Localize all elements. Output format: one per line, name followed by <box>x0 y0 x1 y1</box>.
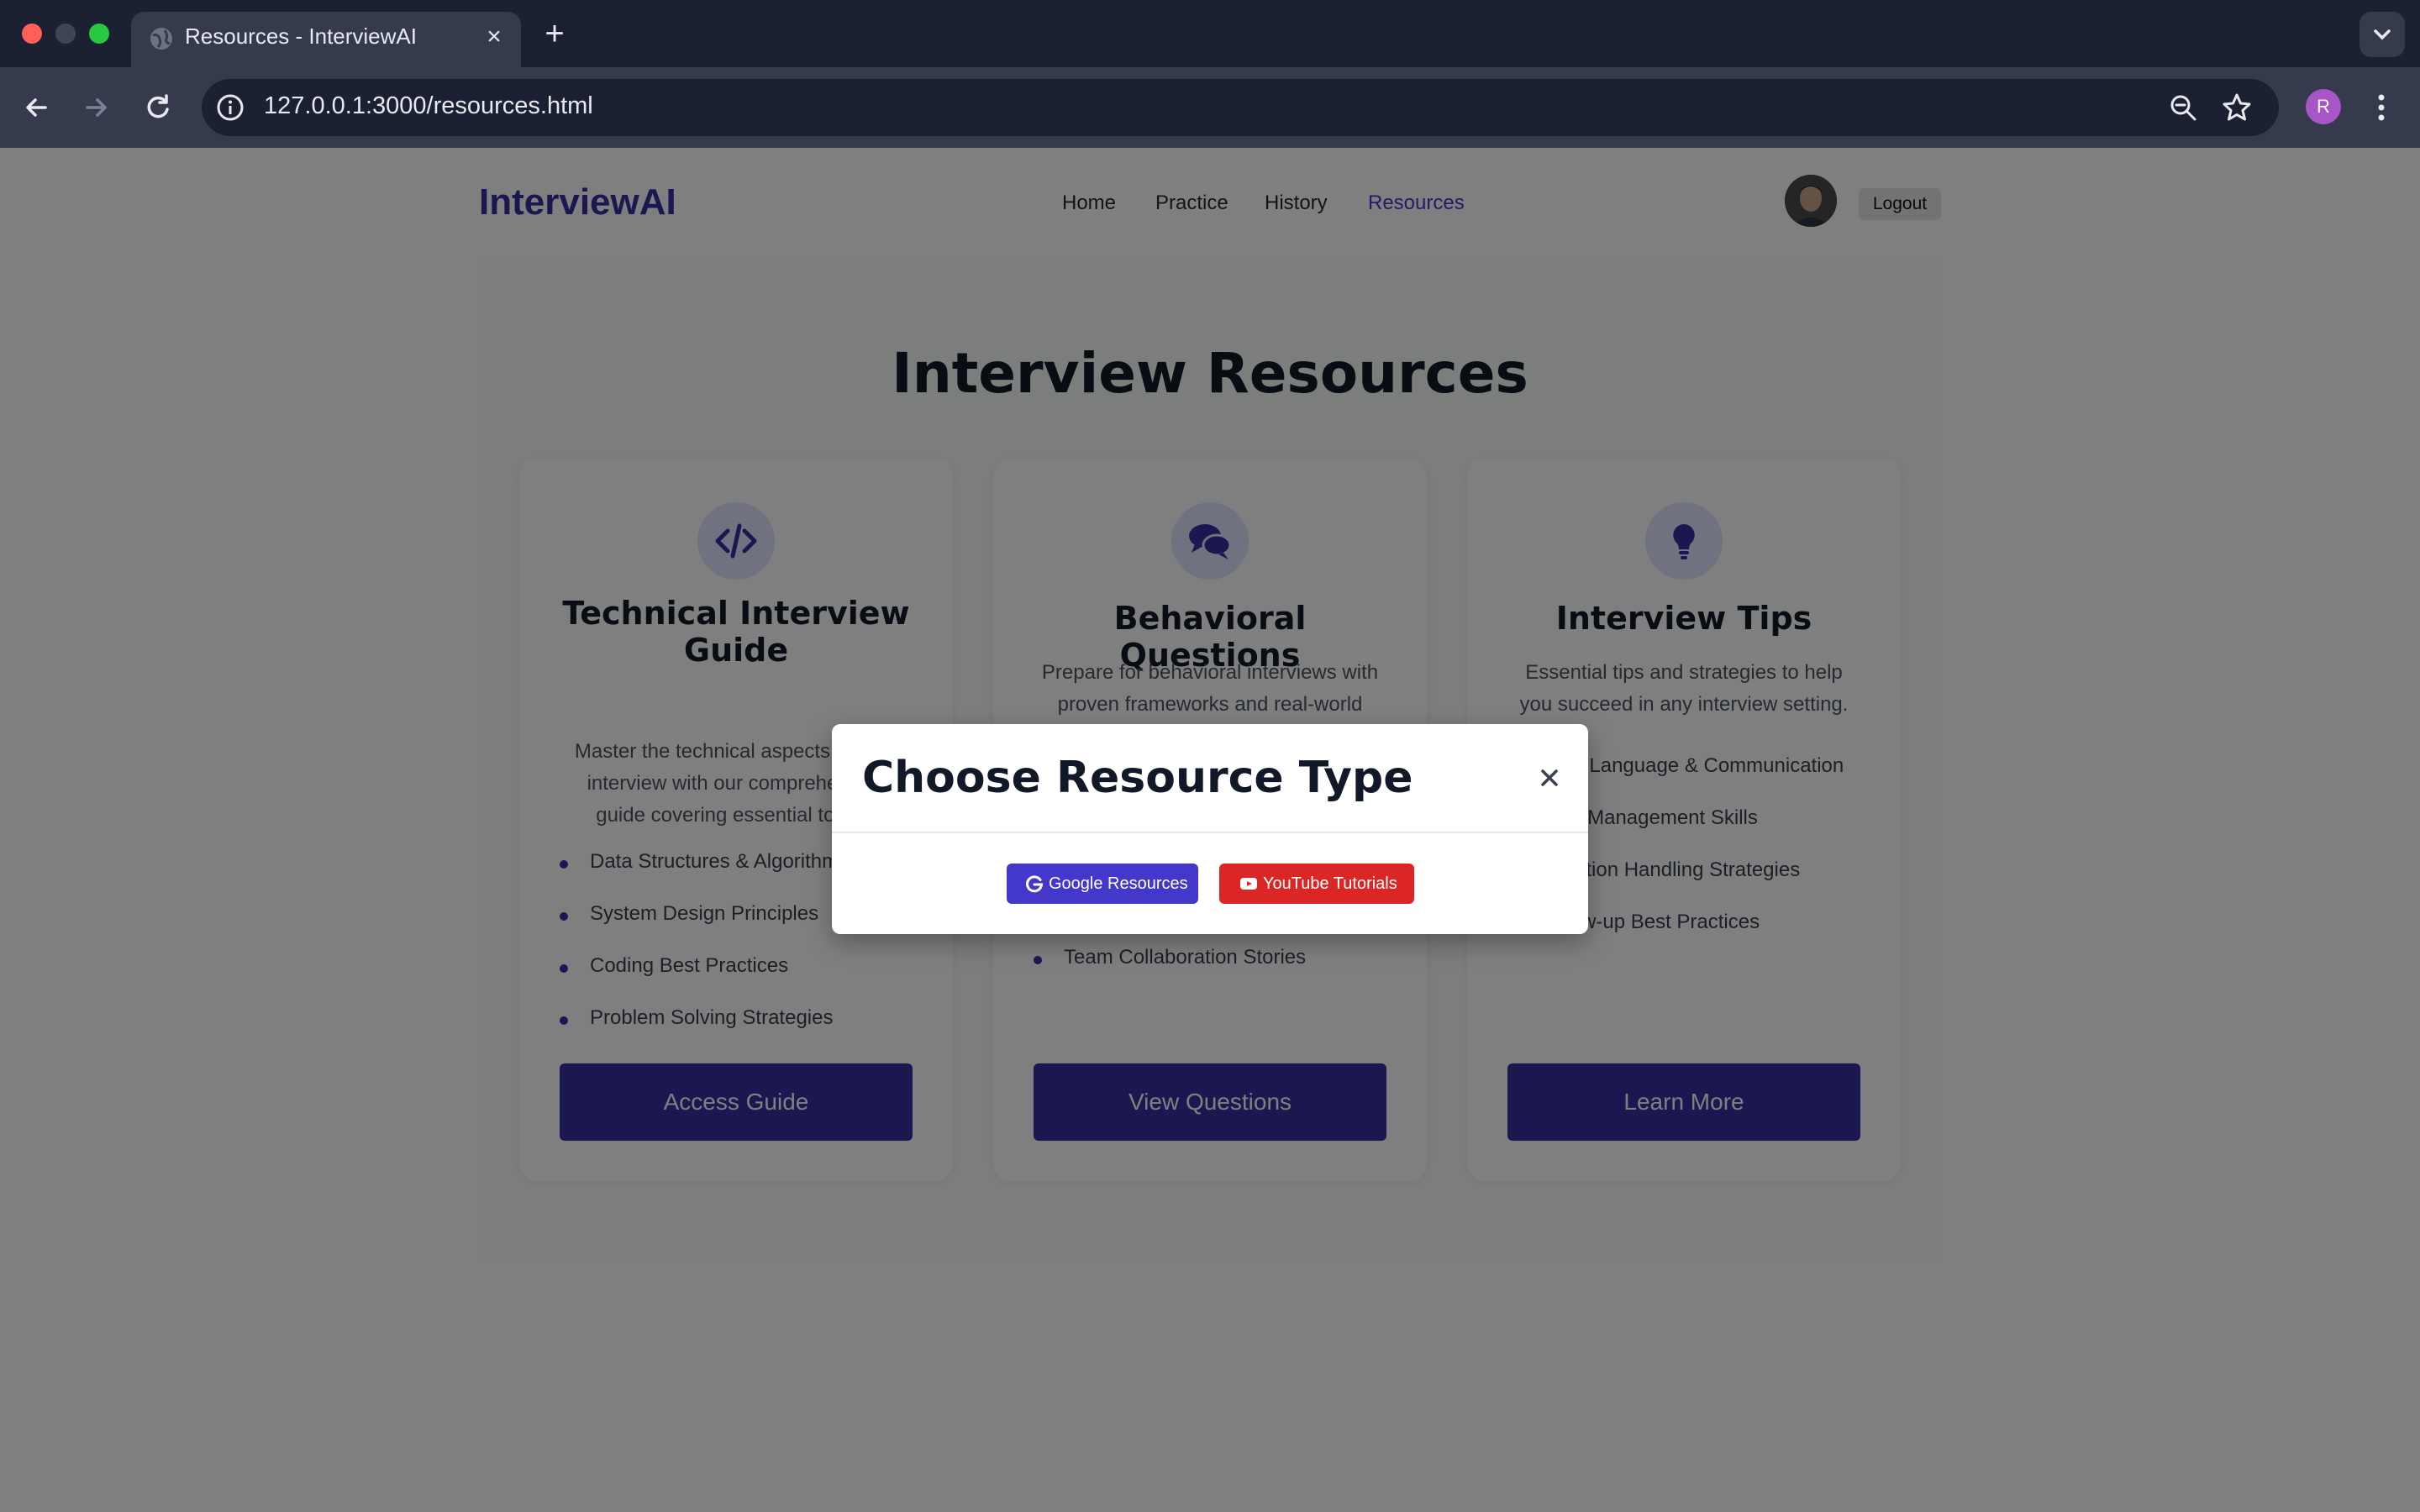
globe-icon <box>150 28 172 50</box>
youtube-tutorials-label: YouTube Tutorials <box>1263 874 1397 893</box>
youtube-tutorials-button[interactable]: YouTube Tutorials <box>1219 864 1414 904</box>
forward-arrow-icon[interactable] <box>76 87 116 128</box>
window-minimize-button[interactable] <box>55 24 76 44</box>
tab-close-icon[interactable]: × <box>479 22 509 52</box>
youtube-icon <box>1240 878 1257 890</box>
browser-toolbar: 127.0.0.1:3000/resources.html <box>0 67 2420 148</box>
zoom-icon[interactable] <box>2168 92 2198 123</box>
modal-divider <box>832 832 1588 833</box>
close-icon[interactable] <box>1533 761 1566 795</box>
chevron-down-icon <box>2374 29 2391 40</box>
modal-title: Choose Resource Type <box>862 753 1413 803</box>
more-menu-icon[interactable] <box>2368 87 2395 128</box>
url-text: 127.0.0.1:3000/resources.html <box>264 92 593 119</box>
resource-type-modal: Choose Resource Type Google Resources Yo… <box>832 724 1588 934</box>
tab-title: Resources - InterviewAI <box>185 24 417 49</box>
window-maximize-button[interactable] <box>89 24 109 44</box>
site-info-icon[interactable] <box>213 91 247 124</box>
address-bar[interactable]: 127.0.0.1:3000/resources.html <box>202 79 2279 136</box>
google-icon <box>1026 875 1044 893</box>
bookmark-star-icon[interactable] <box>2220 91 2254 124</box>
browser-tab-bar: Resources - InterviewAI × + <box>0 0 2420 67</box>
new-tab-icon[interactable]: + <box>538 15 571 52</box>
browser-tab[interactable]: Resources - InterviewAI × <box>131 12 521 67</box>
reload-icon[interactable] <box>138 87 178 128</box>
window-close-button[interactable] <box>22 24 42 44</box>
tab-search-button[interactable] <box>2360 12 2405 57</box>
google-resources-label: Google Resources <box>1049 874 1188 893</box>
google-resources-button[interactable]: Google Resources <box>1007 864 1198 904</box>
profile-avatar[interactable]: R <box>2306 89 2341 124</box>
back-arrow-icon[interactable] <box>17 87 57 128</box>
